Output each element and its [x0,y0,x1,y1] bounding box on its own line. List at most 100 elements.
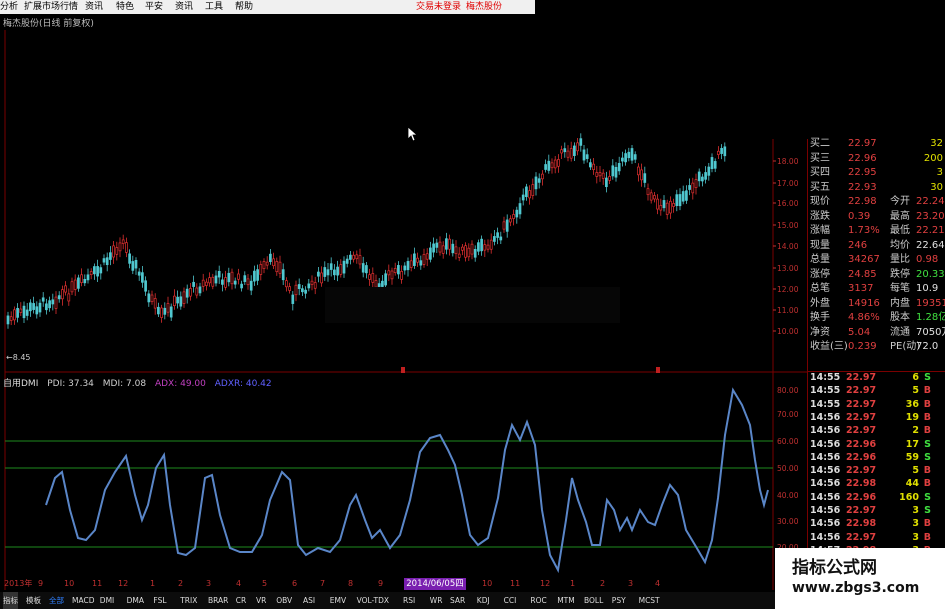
candle-body [509,218,512,223]
candle-body [505,219,509,232]
tab-sar[interactable]: SAR [450,592,465,609]
candle-body [109,252,112,260]
candle-body [640,169,643,181]
trade-price: 22.98 [846,478,877,490]
candle-body [441,245,445,254]
tab-trix[interactable]: TRIX [180,592,197,609]
quote-label: 股本 [890,312,910,323]
candle-body [518,203,522,215]
watermark-title: 指标公式网 [792,558,877,578]
candle-body [694,179,698,188]
candle-body [128,253,131,264]
price-tick: 16.00 [777,199,799,208]
tab-kdj[interactable]: KDJ [477,592,490,609]
candle-body [70,281,74,293]
quote-label: 每笔 [890,283,910,294]
tab-vr[interactable]: VR [256,592,266,609]
candle-body [198,286,202,294]
date-tick: 11 [510,579,521,588]
candle-body [29,302,32,312]
candle-body [429,247,432,260]
candle-body [323,267,327,277]
tab-mtm[interactable]: MTM [557,592,575,609]
tab-boll[interactable]: BOLL [584,592,603,609]
indicator-axis: 80.0070.0060.0050.0040.0030.0020.00 [777,386,799,552]
quote-value: 22.21 [916,225,945,236]
quote-value: 1.28亿 [916,312,945,323]
tab-roc[interactable]: ROC [530,592,546,609]
candle-body [528,190,531,199]
tab-psy[interactable]: PSY [612,592,626,609]
quote-label: 总笔 [810,283,830,294]
tab-voltdx[interactable]: VOL-TDX [357,592,389,609]
tab-fsl[interactable]: FSL [153,592,166,609]
quote-value: 22.96 [848,152,877,164]
candle-body [707,166,711,176]
candle-body [605,177,608,188]
quote-row: 总量 34267 量比 0.98 [808,253,945,267]
tab-macd[interactable]: MACD [72,592,94,609]
date-tick: 1 [150,579,156,588]
candle-body [297,284,301,290]
candle-body [361,263,365,273]
candle-body [233,280,237,285]
candle-body [400,271,403,280]
tab-[interactable]: 全部 [49,592,64,609]
indicator-tick: 30.00 [777,517,799,526]
tab-asi[interactable]: ASI [303,592,315,609]
trade-time: 14:55 [810,398,841,410]
candle-body [493,236,496,242]
candle-body [585,154,589,159]
candle-body [457,253,461,258]
tab-dmi[interactable]: DMI [100,592,114,609]
trade-price: 22.97 [846,425,877,437]
quote-value: 22.98 [848,196,877,207]
quote-value: 34267 [848,254,880,265]
date-tick: 4 [236,579,242,588]
tab-wr[interactable]: WR [430,592,443,609]
date-tick: 1 [570,579,576,588]
candle-body [534,176,538,190]
quote-row: 净资 5.04 流通 7050万 [808,326,945,340]
tab-mcst[interactable]: MCST [639,592,660,609]
candle-body [381,280,384,287]
candle-body [99,267,103,274]
trade-row: 14:56 22.96 59 S [808,451,945,464]
trade-volume: 3 [912,505,919,516]
trade-price: 22.96 [846,451,877,463]
candle-body [489,239,493,250]
candle-body [211,276,215,287]
price-tick: 18.00 [777,157,799,166]
candle-body [669,200,672,214]
candle-body [579,138,583,146]
tab-[interactable]: 模板 [26,592,41,609]
tab-emv[interactable]: EMV [330,592,346,609]
candle-body [102,258,106,263]
tab-[interactable]: 指标 [3,592,18,609]
quote-label: 最高 [890,210,910,222]
candle-body [150,294,154,302]
candle-body [550,162,554,169]
candle-body [294,284,298,296]
candle-body [541,173,544,180]
mouse-cursor-icon [407,126,419,142]
candle-body [499,236,503,241]
candle-body [105,257,109,266]
tab-obv[interactable]: OBV [276,592,292,609]
tab-rsi[interactable]: RSI [403,592,415,609]
quote-label: 涨幅 [810,225,830,236]
candle-body [598,172,602,177]
candle-body [560,149,563,154]
candle-body [304,289,307,294]
quote-value: 0.39 [848,210,871,222]
tab-dma[interactable]: DMA [127,592,144,609]
tab-brar[interactable]: BRAR [208,592,228,609]
tab-cr[interactable]: CR [236,592,246,609]
date-tick: 7 [320,579,326,588]
candle-body [169,306,173,318]
quote-volume: 200 [923,152,943,164]
tab-cci[interactable]: CCI [504,592,517,609]
candle-body [496,232,499,238]
trade-time: 14:55 [810,385,841,397]
watermark-url: www.zbgs3.com [792,580,920,596]
